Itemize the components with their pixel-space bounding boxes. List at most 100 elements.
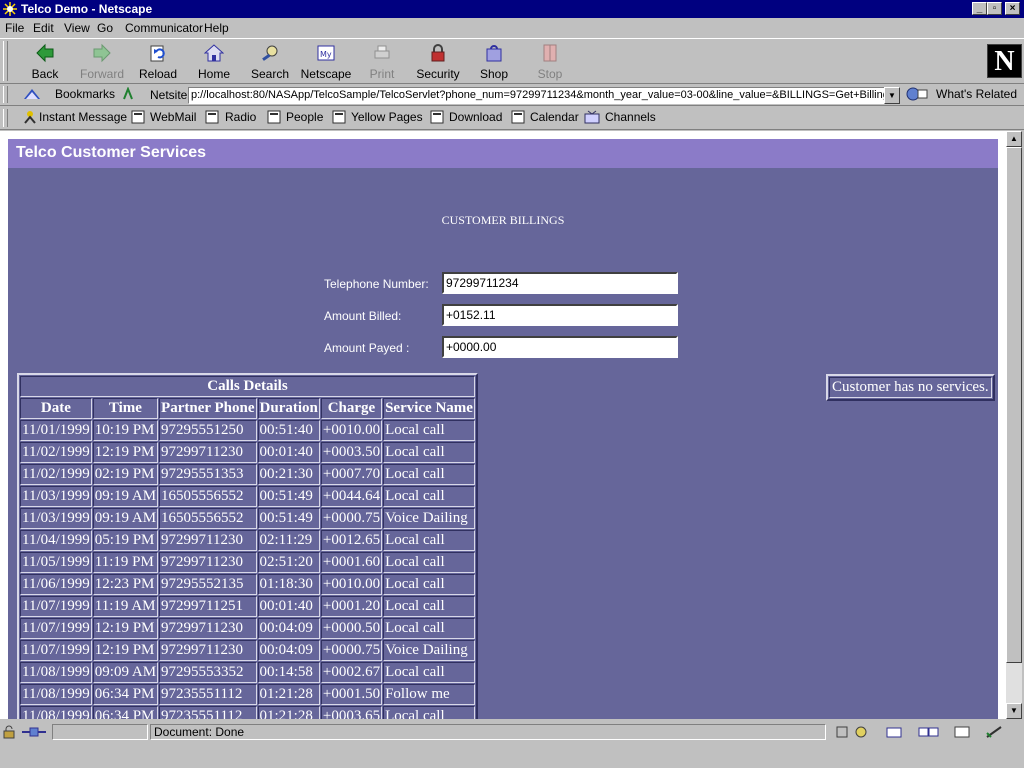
table-cell: 06:34 PM: [92, 706, 159, 719]
location-toolbar: Bookmarks Netsite: p://localhost:80/NASA…: [0, 84, 1024, 106]
yellow-pages-link[interactable]: Yellow Pages: [351, 110, 423, 124]
toolbar-grip[interactable]: [3, 41, 8, 81]
table-cell: 01:21:28: [257, 706, 320, 719]
security-button[interactable]: Security: [410, 41, 466, 81]
stop-button[interactable]: Stop: [522, 41, 578, 81]
reload-button[interactable]: Reload: [130, 41, 186, 81]
people-link[interactable]: People: [286, 110, 323, 124]
table-cell: 11:19 PM: [92, 552, 159, 573]
column-header: Date: [20, 398, 92, 419]
table-cell: 11/04/1999: [20, 530, 92, 551]
telephone-input[interactable]: 97299711234: [442, 272, 678, 294]
table-row: 11/01/1999 10:19 PM 97295551250 00:51:40 +00…: [20, 420, 475, 441]
window-title: Telco Demo - Netscape: [21, 2, 153, 16]
menu-go[interactable]: Go: [97, 21, 113, 35]
page-viewport: Telco Customer Services CUSTOMER BILLING…: [0, 131, 1006, 719]
table-cell: 00:51:49: [257, 486, 320, 507]
personal-toolbar: Instant Message WebMail Radio People Yel…: [0, 106, 1024, 130]
table-cell: +0044.64: [320, 486, 383, 507]
menu-view[interactable]: View: [64, 21, 90, 35]
connection-icon: [22, 727, 46, 737]
table-cell: 12:19 PM: [92, 640, 159, 661]
composer-icon[interactable]: [953, 725, 971, 739]
menu-communicator[interactable]: Communicator: [125, 21, 203, 35]
table-cell: Voice Dailing: [383, 640, 475, 661]
column-header: Service Name: [383, 398, 475, 419]
discussions-icon[interactable]: [918, 725, 940, 739]
url-dropdown-button[interactable]: ▼: [884, 87, 900, 104]
table-cell: 10:19 PM: [92, 420, 159, 441]
menu-help[interactable]: Help: [204, 21, 229, 35]
menu-edit[interactable]: Edit: [33, 21, 54, 35]
table-cell: 97235551112: [159, 684, 257, 705]
forward-button[interactable]: Forward: [74, 41, 130, 81]
mail-icon[interactable]: [885, 725, 903, 739]
radio-link[interactable]: Radio: [225, 110, 256, 124]
compose-pen-icon[interactable]: [985, 725, 1005, 739]
personal-grip[interactable]: [3, 109, 8, 127]
instant-message-link[interactable]: Instant Message: [39, 110, 127, 124]
netscape-logo[interactable]: N: [987, 44, 1022, 78]
amount-payed-label: Amount Payed :: [324, 341, 410, 355]
bookmarks-button[interactable]: Bookmarks: [55, 87, 115, 101]
print-button[interactable]: Print: [354, 41, 410, 81]
table-cell: +0001.50: [320, 684, 383, 705]
table-cell: 11/03/1999: [20, 508, 92, 529]
search-icon: [262, 45, 278, 61]
table-cell: Local call: [383, 464, 475, 485]
table-cell: 11/02/1999: [20, 442, 92, 463]
table-cell: +0012.65: [320, 530, 383, 551]
netscape-button[interactable]: My Netscape: [298, 41, 354, 81]
table-cell: 00:01:40: [257, 596, 320, 617]
calendar-bookmark-icon: [511, 110, 525, 124]
whats-related-button[interactable]: What's Related: [936, 87, 1017, 101]
webmail-bookmark-icon: [131, 110, 145, 124]
table-cell: +0007.70: [320, 464, 383, 485]
security-label: Security: [416, 67, 460, 81]
table-cell: 97295551353: [159, 464, 257, 485]
search-button[interactable]: Search: [242, 41, 298, 81]
table-cell: 11/05/1999: [20, 552, 92, 573]
location-grip[interactable]: [3, 86, 8, 103]
table-row: 11/07/1999 12:19 PM 97299711230 00:04:09 +00…: [20, 640, 475, 661]
reload-icon: [150, 45, 165, 62]
table-cell: 00:21:30: [257, 464, 320, 485]
table-cell: 00:51:49: [257, 508, 320, 529]
back-button[interactable]: Back: [17, 41, 73, 81]
table-row: 11/08/1999 06:34 PM 97235551112 01:21:28 +00…: [20, 706, 475, 719]
minimize-button[interactable]: _: [972, 2, 987, 15]
column-header: Partner Phone: [159, 398, 257, 419]
forward-label: Forward: [79, 67, 124, 81]
table-cell: 11/03/1999: [20, 486, 92, 507]
maximize-button[interactable]: ▫: [987, 2, 1002, 15]
navigator-icon[interactable]: [852, 725, 870, 739]
close-button[interactable]: ×: [1005, 2, 1020, 15]
scroll-up-button[interactable]: ▲: [1006, 131, 1022, 147]
table-row: 11/07/1999 12:19 PM 97299711230 00:04:09 +00…: [20, 618, 475, 639]
webmail-link[interactable]: WebMail: [150, 110, 196, 124]
table-cell: 09:09 AM: [92, 662, 159, 683]
home-button[interactable]: Home: [186, 41, 242, 81]
scroll-down-button[interactable]: ▼: [1006, 703, 1022, 719]
shop-button[interactable]: Shop: [466, 41, 522, 81]
shop-label: Shop: [479, 67, 509, 81]
amount-billed-input[interactable]: +0152.11: [442, 304, 678, 326]
table-cell: 11:19 AM: [92, 596, 159, 617]
my-netscape-icon: My: [317, 45, 335, 61]
calendar-link[interactable]: Calendar: [530, 110, 579, 124]
table-header-row: Date Time Partner Phone Duration Charge Servi…: [20, 398, 475, 419]
channels-link[interactable]: Channels: [605, 110, 656, 124]
netsite-label: Netsite:: [150, 88, 191, 102]
download-link[interactable]: Download: [449, 110, 502, 124]
table-cell: 01:21:28: [257, 684, 320, 705]
vertical-scrollbar[interactable]: ▲ ▼: [1006, 131, 1022, 719]
component-bar-icon[interactable]: [835, 725, 849, 739]
whats-related-icon: [906, 87, 928, 101]
table-cell: 11/07/1999: [20, 596, 92, 617]
amount-payed-input[interactable]: +0000.00: [442, 336, 678, 358]
scroll-thumb[interactable]: [1006, 147, 1022, 663]
table-row: 11/05/1999 11:19 PM 97299711230 02:51:20 +00…: [20, 552, 475, 573]
menu-file[interactable]: File: [5, 21, 24, 35]
progress-pane: [52, 724, 148, 740]
url-input[interactable]: p://localhost:80/NASApp/TelcoSample/Telc…: [188, 87, 885, 104]
